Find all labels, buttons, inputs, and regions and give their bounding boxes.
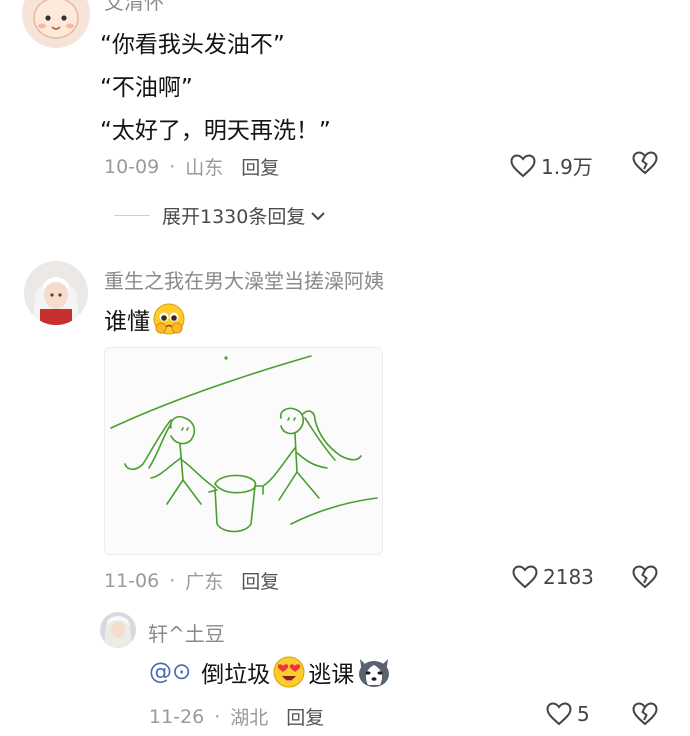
- expand-replies-button[interactable]: 展开1330条回复: [114, 202, 327, 229]
- comment-author[interactable]: 重生之我在男大澡堂当搓澡阿姨: [104, 265, 384, 294]
- like-count: 2183: [543, 565, 594, 589]
- avatar[interactable]: [100, 612, 136, 648]
- separator-dot: ·: [169, 569, 176, 592]
- comment-text: 谁懂: [104, 302, 186, 336]
- dislike-button[interactable]: [632, 702, 658, 730]
- heart-icon: [512, 565, 538, 589]
- avatar[interactable]: [24, 261, 88, 325]
- reply-location: 湖北: [230, 707, 269, 729]
- reply-author[interactable]: 轩^土豆: [148, 618, 225, 647]
- chevron-down-icon: [311, 211, 326, 220]
- like-button[interactable]: 1.9万: [510, 151, 593, 180]
- like-button[interactable]: 2183: [512, 565, 594, 589]
- like-count: 5: [577, 702, 590, 726]
- separator-dot: ·: [169, 155, 176, 178]
- comment-date: 11-06: [104, 569, 160, 592]
- mention-link[interactable]: @⊙: [149, 659, 191, 685]
- comment-author[interactable]: 艾清怀: [104, 0, 164, 15]
- like-button[interactable]: 5: [546, 702, 590, 726]
- husky-emoji-icon: [359, 659, 390, 687]
- separator-dot: ·: [214, 705, 221, 728]
- broken-heart-icon: [632, 565, 658, 589]
- reply-meta: 11-26 · 湖北 回复: [149, 703, 324, 730]
- broken-heart-icon: [632, 151, 658, 175]
- comment-meta: 10-09 · 山东 回复: [104, 153, 279, 180]
- stick-figure-drawing: [110, 355, 378, 533]
- reply-button[interactable]: 回复: [286, 703, 324, 730]
- heart-eyes-emoji-icon: [273, 656, 305, 688]
- comment-location: 广东: [185, 571, 224, 593]
- dislike-button[interactable]: [632, 151, 658, 179]
- comment-text-line: “太好了，明天再洗！”: [100, 118, 331, 144]
- reply-text: @⊙ 倒垃圾 逃课: [149, 655, 392, 689]
- broken-heart-icon: [632, 702, 658, 726]
- divider-line: [114, 215, 150, 216]
- heart-icon: [510, 153, 536, 177]
- avatar[interactable]: [22, 0, 90, 48]
- heart-icon: [546, 702, 572, 726]
- comment-location: 山东: [185, 157, 224, 179]
- reply-button[interactable]: 回复: [241, 567, 279, 594]
- dislike-button[interactable]: [632, 565, 658, 593]
- crying-emoji-icon: [153, 303, 185, 335]
- like-count: 1.9万: [541, 155, 593, 179]
- comment-date: 10-09: [104, 155, 160, 178]
- comment-image[interactable]: [104, 347, 383, 555]
- comment-text-line: “你看我头发油不”: [100, 32, 285, 58]
- comment-text-line: “不油啊”: [100, 75, 193, 101]
- reply-button[interactable]: 回复: [241, 153, 279, 180]
- reply-text-part: 逃课: [308, 662, 355, 688]
- comment-text-label: 谁懂: [104, 309, 150, 335]
- expand-replies-label: 展开1330条回复: [162, 206, 306, 228]
- reply-text-part: 倒垃圾: [201, 662, 271, 688]
- reply-date: 11-26: [149, 705, 205, 728]
- comment-meta: 11-06 · 广东 回复: [104, 567, 279, 594]
